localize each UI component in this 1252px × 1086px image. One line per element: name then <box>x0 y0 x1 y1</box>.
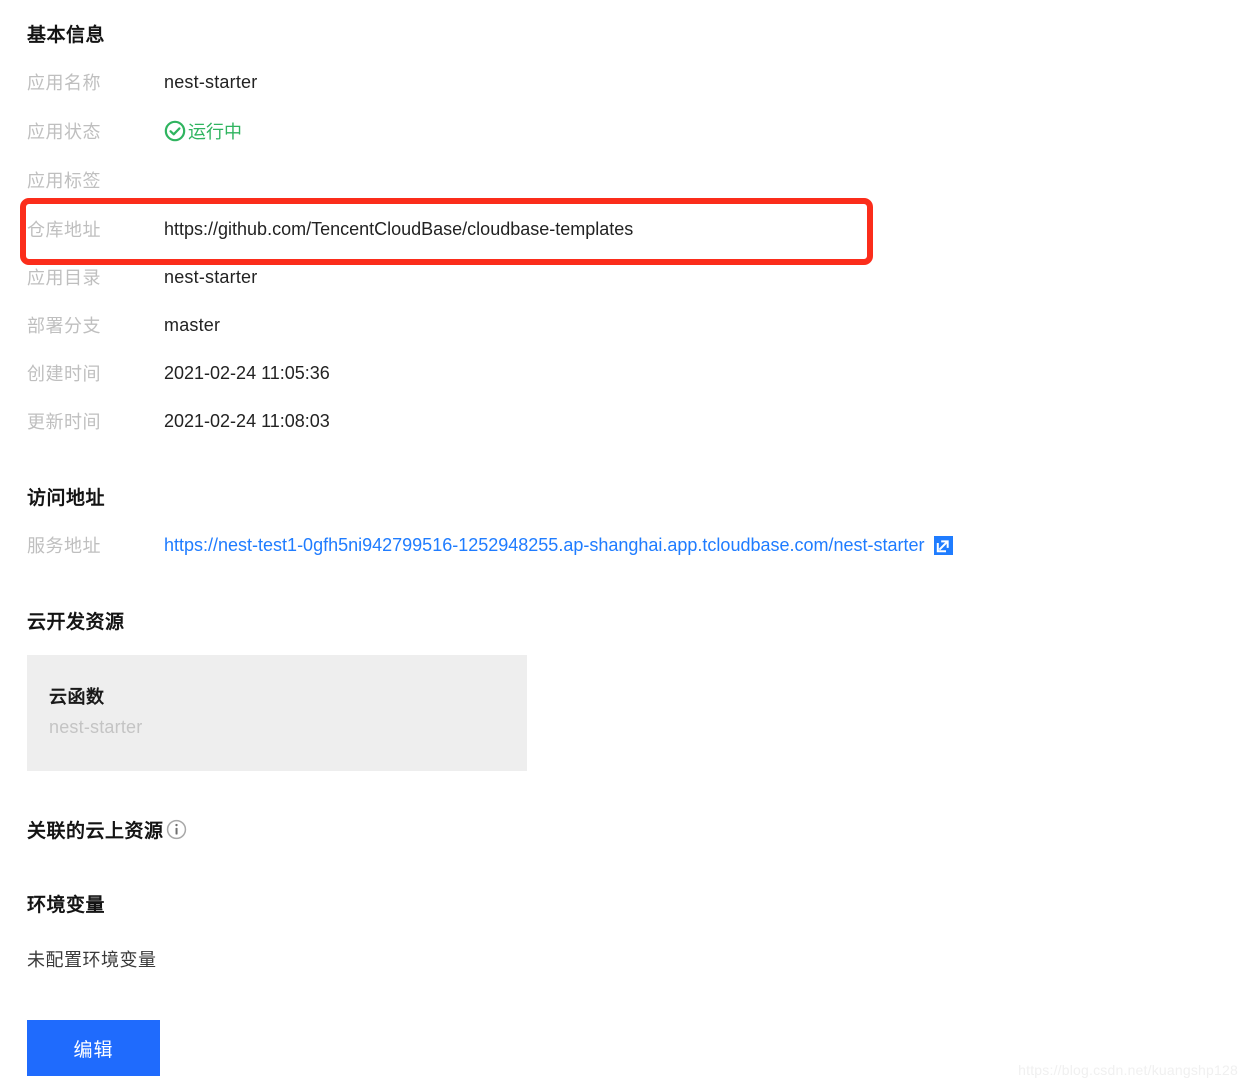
info-label: 应用名称 <box>27 73 101 93</box>
info-value: https://github.com/TencentCloudBase/clou… <box>164 218 634 239</box>
info-value: 2021-02-24 11:08:03 <box>164 410 330 431</box>
info-row-app-name: 应用名称 nest-starter <box>27 68 257 96</box>
info-label: 仓库地址 <box>27 220 101 240</box>
section-title-linked-resources: 关联的云上资源 <box>27 816 187 843</box>
section-title-cloud-resources: 云开发资源 <box>27 612 125 633</box>
cloud-function-card[interactable]: 云函数 nest-starter <box>27 655 527 771</box>
section-title-environment-variables: 环境变量 <box>27 895 106 916</box>
info-label: 创建时间 <box>27 364 101 384</box>
info-row-app-directory: 应用目录 nest-starter <box>27 263 257 291</box>
environment-variables-empty-text: 未配置环境变量 <box>27 950 157 970</box>
section-title-linked-resources-label: 关联的云上资源 <box>27 821 164 842</box>
info-circle-icon[interactable] <box>166 819 187 840</box>
info-row-app-tag: 应用标签 <box>27 166 164 194</box>
info-value: master <box>164 314 221 335</box>
status-badge: 运行中 <box>164 118 242 144</box>
info-row-service-address: 服务地址 https://nest-test1-0gfh5ni942799516… <box>27 531 953 559</box>
info-label: 服务地址 <box>27 536 101 556</box>
cloud-function-card-title: 云函数 <box>49 687 105 707</box>
status-text: 运行中 <box>188 122 242 142</box>
external-link-icon[interactable] <box>933 535 953 555</box>
cloud-function-card-subtitle: nest-starter <box>49 717 143 737</box>
app-detail-page: 基本信息 应用名称 nest-starter 应用状态 运行中 应用标签 仓库地… <box>0 0 1252 1086</box>
info-value: nest-starter <box>164 266 258 287</box>
info-row-create-time: 创建时间 2021-02-24 11:05:36 <box>27 359 330 387</box>
info-label: 应用目录 <box>27 268 101 288</box>
info-row-repository-url: 仓库地址 https://github.com/TencentCloudBase… <box>27 215 633 243</box>
info-row-app-status: 应用状态 运行中 <box>27 117 242 145</box>
circle-check-icon <box>164 120 186 142</box>
info-row-deploy-branch: 部署分支 master <box>27 311 220 339</box>
info-label: 应用状态 <box>27 122 101 142</box>
info-label: 更新时间 <box>27 412 101 432</box>
service-address-link[interactable]: https://nest-test1-0gfh5ni942799516-1252… <box>164 535 925 556</box>
info-value: 2021-02-24 11:05:36 <box>164 362 330 383</box>
info-label: 部署分支 <box>27 316 101 336</box>
info-label: 应用标签 <box>27 171 101 191</box>
info-value: nest-starter <box>164 71 258 92</box>
watermark-text: https://blog.csdn.net/kuangshp128 <box>1018 1062 1238 1078</box>
section-title-basic-info: 基本信息 <box>27 25 106 46</box>
section-title-access-address: 访问地址 <box>27 488 106 509</box>
info-row-update-time: 更新时间 2021-02-24 11:08:03 <box>27 407 330 435</box>
edit-button[interactable]: 编辑 <box>27 1020 160 1076</box>
